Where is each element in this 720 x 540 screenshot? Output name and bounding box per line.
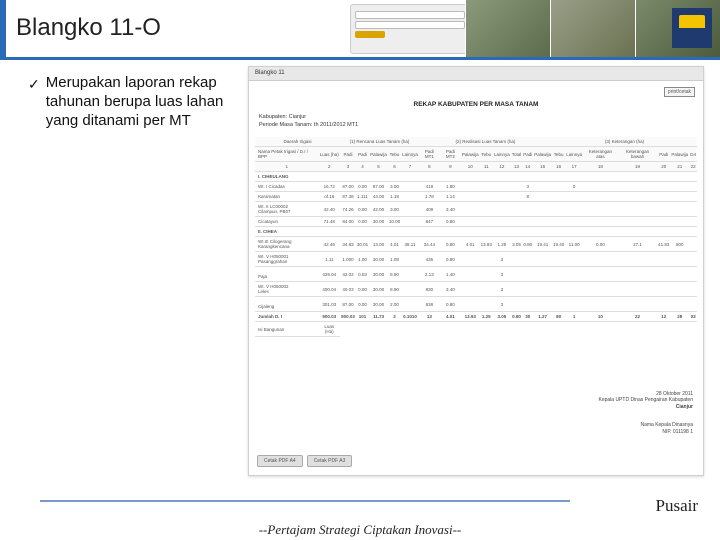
breadcrumb: Blangko 11: [249, 67, 703, 81]
slide-title: Blangko 11-O: [16, 14, 161, 42]
th-group-keterangan: (3) Keterangan (ha): [552, 137, 697, 147]
login-button[interactable]: [355, 31, 385, 38]
report-title: REKAP KABUPATEN PER MASA TANAM: [249, 101, 703, 108]
export-a4-button[interactable]: Cetak PDF A4: [257, 455, 303, 467]
export-a3-button[interactable]: Cetak PDF A3: [307, 455, 353, 467]
bullet-text: Merupakan laporan rekap tahunan berupa l…: [46, 74, 238, 130]
username-field[interactable]: [355, 11, 465, 19]
th-group-di: Daerah Irigasi: [255, 137, 340, 147]
meta-kabupaten: Kabupaten: Cianjur: [259, 114, 693, 122]
meta-periode: Periode Masa Tanam: th 2011/2012 MT1: [259, 122, 693, 130]
sign-nip: NIP. 011198 1: [598, 429, 693, 436]
report-table: Daerah Irigasi (1) Rencana Luas Tanam (h…: [255, 137, 697, 337]
app-screenshot: Blangko 11 print/cetak REKAP KABUPATEN P…: [248, 66, 704, 476]
tagline: --Pertajam Strategi Ciptakan Inovasi--: [0, 522, 720, 538]
footer-divider: [40, 500, 570, 502]
header-photo-2: [550, 0, 635, 60]
th-group-realisasi: (2) Realisasi Luas Tanam (ha): [419, 137, 552, 147]
login-panel: [350, 4, 470, 54]
header-photo-1: [465, 0, 550, 60]
brand-name: Pusair: [656, 496, 699, 516]
th-group-rencana: (1) Rencana Luas Tanam (ha): [340, 137, 419, 147]
bullet-item: ✓ Merupakan laporan rekap tahunan berupa…: [28, 74, 238, 130]
print-button[interactable]: print/cetak: [664, 87, 695, 97]
signature-block: 28 Oktober 2011 Kepala UPTD Dinas Pengai…: [598, 391, 693, 436]
pu-logo: [672, 8, 712, 48]
check-icon: ✓: [28, 76, 40, 94]
password-field[interactable]: [355, 21, 465, 29]
sign-role: Kepala UPTD Dinas Pengairan Kabupaten: [598, 397, 693, 404]
